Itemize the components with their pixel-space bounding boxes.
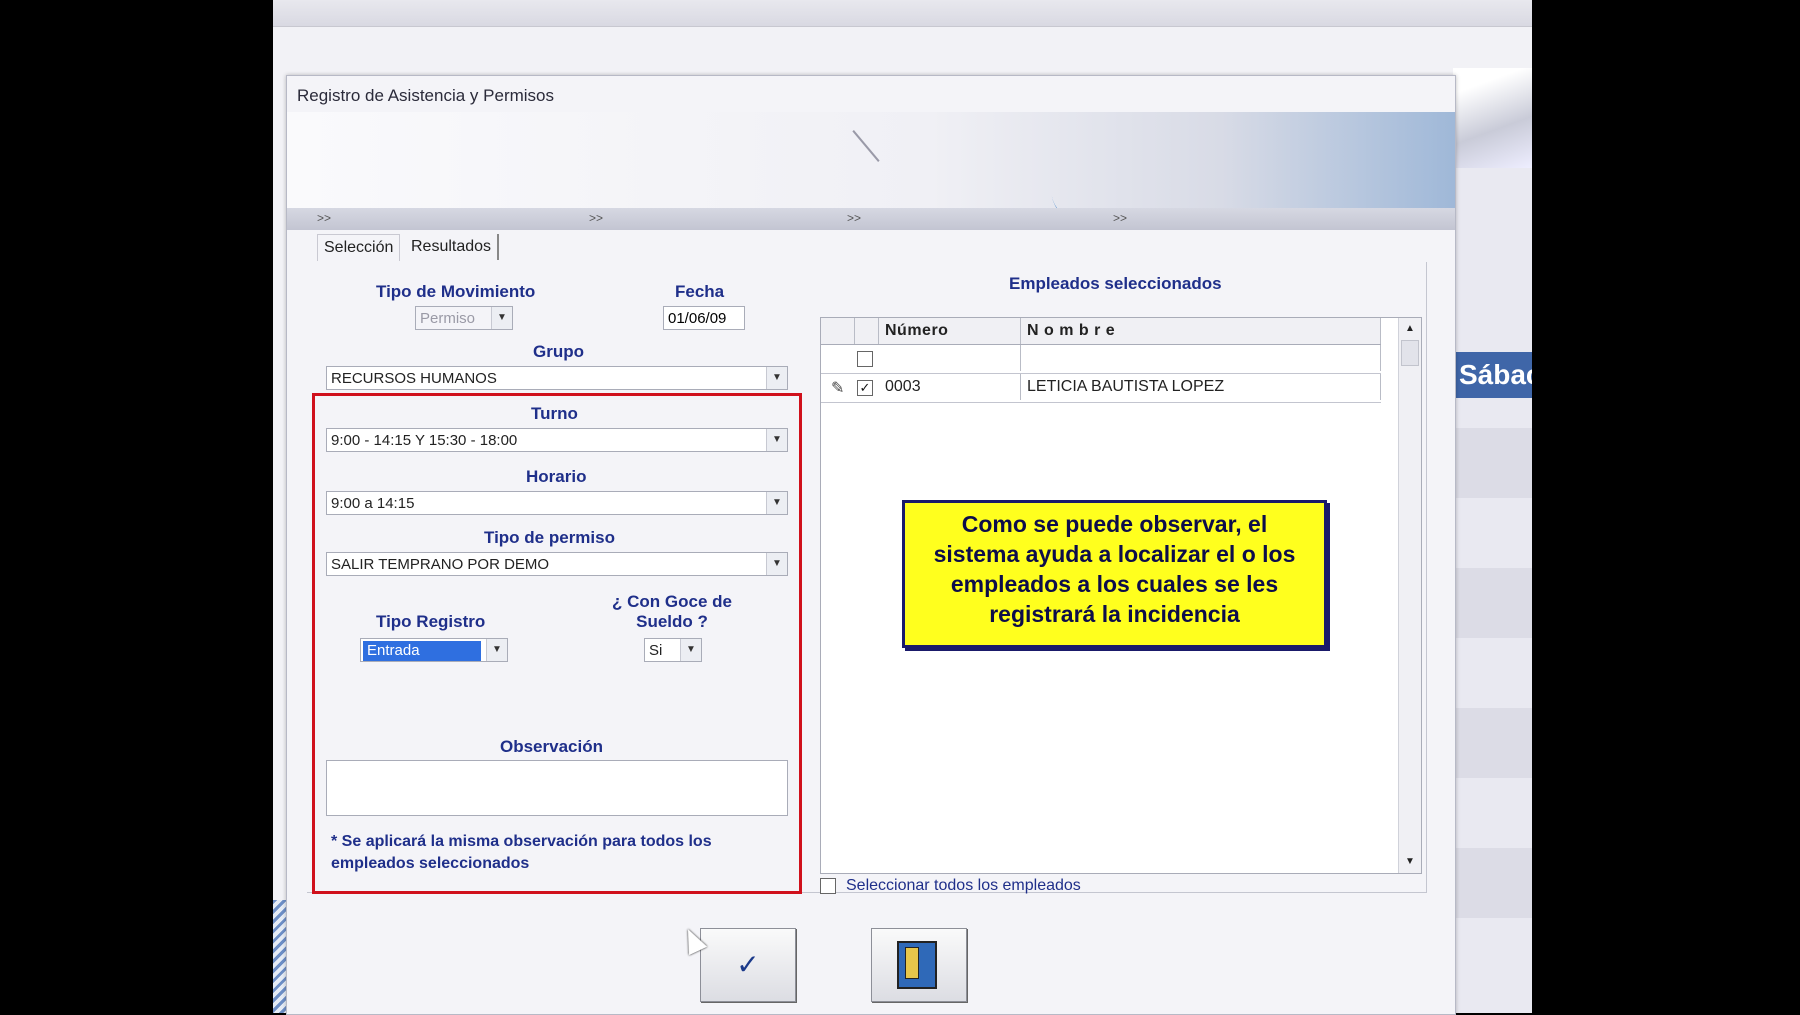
dialog-title: Registro de Asistencia y Permisos — [297, 86, 554, 105]
accept-button[interactable]: ✓ — [700, 928, 796, 1002]
observation-note-line1: * Se aplicará la misma observación para … — [331, 833, 712, 850]
row-numero — [879, 345, 1021, 371]
grupo-value: RECURSOS HUMANOS — [331, 370, 497, 387]
tipo-registro-select[interactable]: Entrada ▼ — [360, 638, 508, 662]
select-all-label: Seleccionar todos los empleados — [846, 877, 1081, 894]
row-nombre — [1021, 345, 1381, 371]
background-banner — [1453, 68, 1532, 168]
observation-note-line2: empleados seleccionados — [331, 855, 530, 872]
background-row — [1453, 568, 1532, 638]
chevron-down-icon[interactable]: ▼ — [766, 492, 787, 514]
fecha-label: Fecha — [675, 282, 725, 301]
column-numero[interactable]: Número — [879, 318, 1021, 344]
background-row — [1453, 708, 1532, 778]
callout-line1: Como se puede observar, el — [961, 511, 1268, 537]
tipo-permiso-label: Tipo de permiso — [484, 528, 615, 547]
chevron-down-icon[interactable]: ▼ — [486, 639, 507, 661]
callout-line3: empleados a los cuales se les — [950, 571, 1279, 597]
tipo-movimiento-label: Tipo de Movimiento — [376, 282, 536, 301]
grid-scrollbar[interactable]: ▲ ▼ — [1398, 318, 1421, 873]
horario-select[interactable]: 9:00 a 14:15 ▼ — [326, 491, 788, 515]
pencil-icon: ✎ — [831, 380, 845, 397]
tab-seleccion[interactable]: Selección — [317, 234, 401, 261]
grupo-select[interactable]: RECURSOS HUMANOS ▼ — [326, 366, 788, 390]
goce-sueldo-label-line1: ¿ Con Goce de — [612, 592, 732, 611]
scroll-up-icon[interactable]: ▲ — [1401, 320, 1419, 338]
grid-header: Número N o m b r e — [821, 318, 1381, 345]
check-icon: ✓ — [736, 949, 760, 980]
tipo-registro-value: Entrada — [363, 641, 481, 661]
annotation-callout: Como se puede observar, el sistema ayuda… — [902, 500, 1327, 648]
background-window: Sábac — [1453, 68, 1532, 1013]
nav-arrow[interactable]: >> — [1113, 211, 1127, 225]
background-day-header: Sábac — [1453, 352, 1532, 398]
chevron-down-icon[interactable]: ▼ — [766, 367, 787, 389]
nav-arrow[interactable]: >> — [317, 211, 331, 225]
tipo-movimiento-select[interactable]: Permiso ▼ — [415, 306, 513, 330]
row-checkbox[interactable] — [857, 351, 873, 367]
table-row[interactable] — [821, 345, 1381, 374]
chevron-down-icon[interactable]: ▼ — [766, 429, 787, 451]
goce-sueldo-label: ¿ Con Goce de Sueldo ? — [600, 592, 744, 632]
select-all-checkbox[interactable] — [820, 877, 836, 894]
column-nombre[interactable]: N o m b r e — [1021, 318, 1381, 344]
banner-graphic — [852, 130, 880, 162]
grid-header-check — [855, 318, 879, 344]
nav-arrow[interactable]: >> — [847, 211, 861, 225]
callout-line4: registrará la incidencia — [989, 601, 1240, 627]
background-decoration — [273, 900, 287, 1013]
scroll-thumb[interactable] — [1401, 340, 1419, 366]
grupo-label: Grupo — [533, 342, 584, 361]
navigation-bar: >> >> >> >> — [287, 208, 1455, 230]
goce-sueldo-value: Si — [649, 642, 663, 659]
nav-arrow[interactable]: >> — [589, 211, 603, 225]
turno-label: Turno — [531, 404, 578, 423]
tipo-permiso-select[interactable]: SALIR TEMPRANO POR DEMO ▼ — [326, 552, 788, 576]
row-nombre: LETICIA BAUTISTA LOPEZ — [1021, 374, 1381, 400]
observacion-label: Observación — [500, 737, 603, 756]
observacion-textarea[interactable] — [326, 760, 788, 816]
row-checkbox[interactable]: ✓ — [857, 380, 873, 396]
tipo-permiso-value: SALIR TEMPRANO POR DEMO — [331, 556, 550, 573]
tipo-movimiento-value: Permiso — [420, 310, 476, 327]
select-all-option[interactable]: Seleccionar todos los empleados — [820, 877, 1081, 895]
exit-door-icon — [897, 941, 937, 989]
fecha-field[interactable]: 01/06/09 — [663, 306, 745, 330]
exit-button[interactable] — [871, 928, 967, 1002]
background-row — [1453, 428, 1532, 498]
employees-title: Empleados seleccionados — [1009, 274, 1222, 293]
horario-value: 9:00 a 14:15 — [331, 495, 415, 512]
tab-resultados[interactable]: Resultados — [405, 234, 500, 260]
observation-note: * Se aplicará la misma observación para … — [331, 831, 712, 875]
row-numero: 0003 — [879, 374, 1021, 400]
goce-sueldo-select[interactable]: Si ▼ — [644, 638, 702, 662]
horario-label: Horario — [526, 467, 587, 486]
callout-line2: sistema ayuda a localizar el o los — [933, 541, 1296, 567]
turno-select[interactable]: 9:00 - 14:15 Y 15:30 - 18:00 ▼ — [326, 428, 788, 452]
goce-sueldo-label-line2: Sueldo ? — [636, 612, 708, 631]
chevron-down-icon[interactable]: ▼ — [491, 307, 512, 329]
grid-header-blank — [821, 318, 855, 344]
window-top-bar — [273, 0, 1532, 27]
dialog-banner — [287, 112, 1455, 208]
turno-value: 9:00 - 14:15 Y 15:30 - 18:00 — [331, 432, 518, 449]
scroll-down-icon[interactable]: ▼ — [1401, 853, 1419, 871]
tipo-registro-label: Tipo Registro — [376, 612, 486, 631]
table-row[interactable]: ✎ ✓ 0003 LETICIA BAUTISTA LOPEZ — [821, 374, 1381, 403]
chevron-down-icon[interactable]: ▼ — [766, 553, 787, 575]
chevron-down-icon[interactable]: ▼ — [680, 639, 701, 661]
background-row — [1453, 848, 1532, 918]
